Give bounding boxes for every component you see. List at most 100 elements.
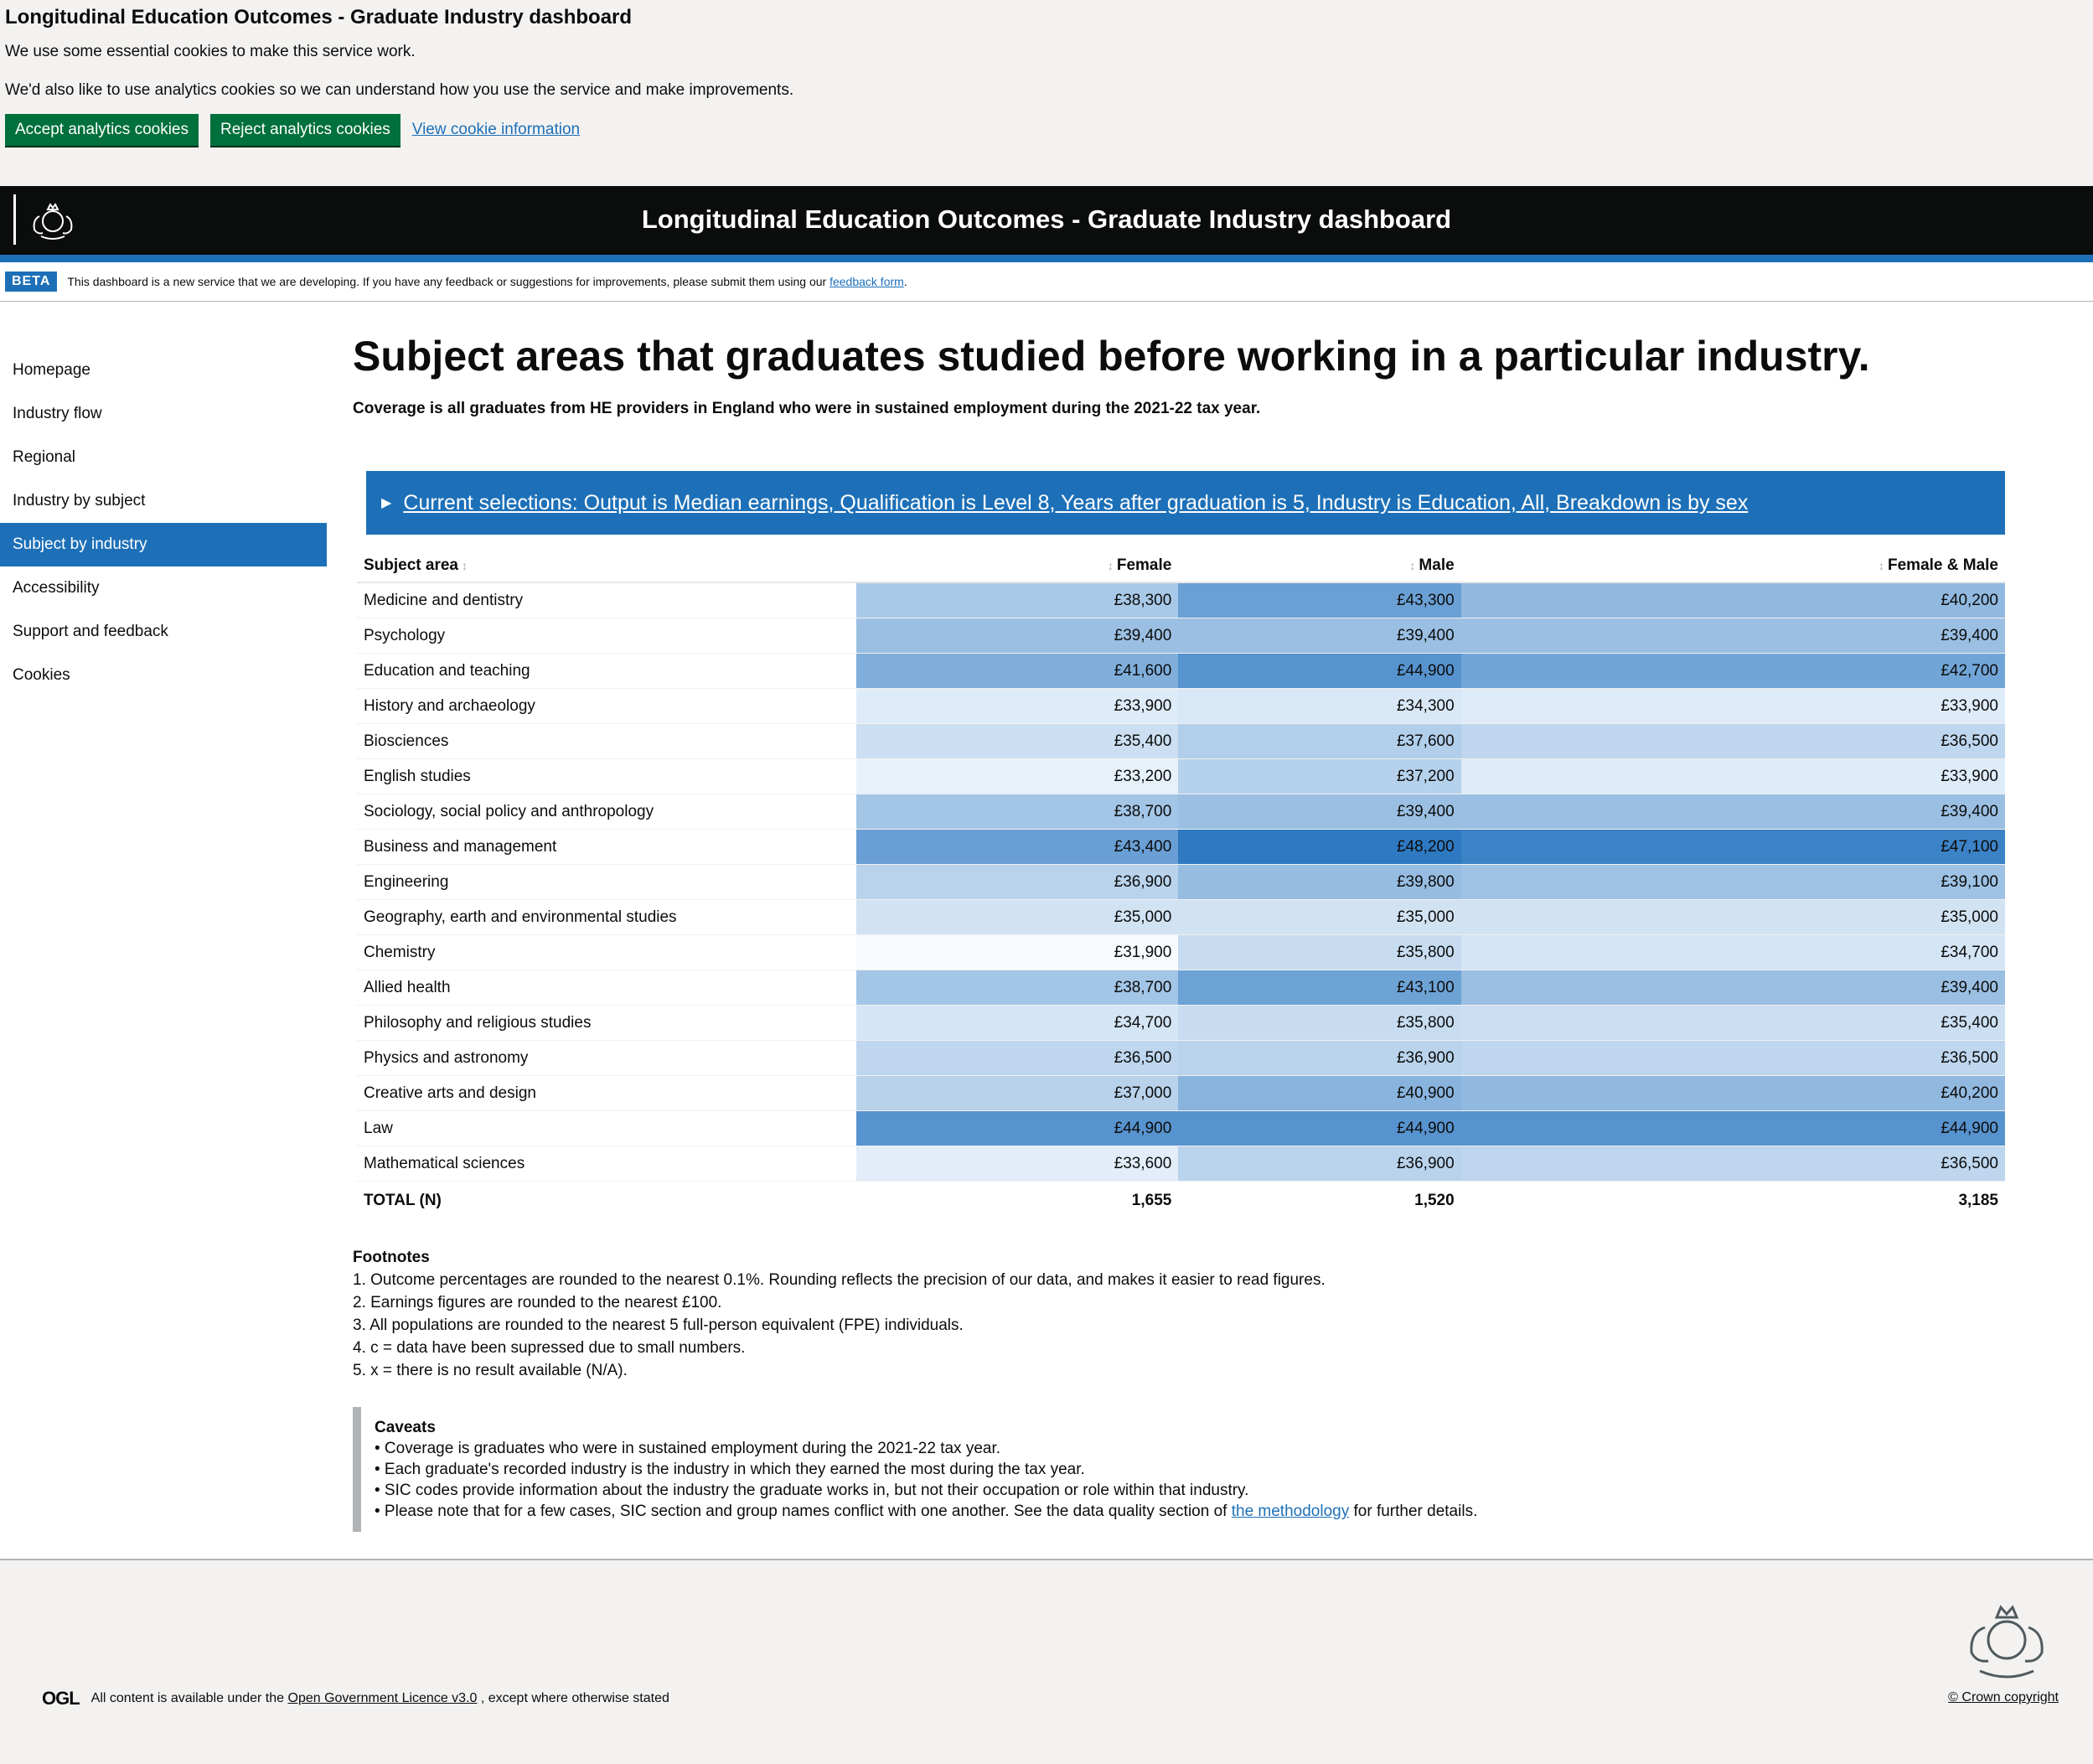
cell-female-and-male: £39,400 xyxy=(1460,618,2005,654)
cell-male: £39,800 xyxy=(1178,864,1461,900)
beta-tag: BETA xyxy=(5,272,58,292)
side-navigation: Homepage Industry flow Regional Industry… xyxy=(0,349,327,697)
cell-female-and-male: £44,900 xyxy=(1460,1110,2005,1146)
column-header-female-and-male[interactable]: ↕ Female & Male xyxy=(1460,550,2005,583)
current-selections-text: Current selections: Output is Median ear… xyxy=(403,490,1749,515)
cell-female: £38,300 xyxy=(856,582,1179,618)
cell-female: £41,600 xyxy=(856,653,1179,689)
caveat-text: • Please note that for a few cases, SIC … xyxy=(375,1503,1227,1520)
nav-item-cookies[interactable]: Cookies xyxy=(0,654,327,697)
licence-text-end: , except where otherwise stated xyxy=(480,1691,669,1705)
cell-male: £34,300 xyxy=(1178,688,1461,724)
footnote-item: 4. c = data have been supressed due to s… xyxy=(353,1339,746,1357)
cell-female: £44,900 xyxy=(856,1110,1179,1146)
cookie-actions: Accept analytics cookies Reject analytic… xyxy=(5,114,2088,146)
page-title: Subject areas that graduates studied bef… xyxy=(353,333,1870,380)
cell-male: £44,900 xyxy=(1178,653,1461,689)
cell-female-and-male: £40,200 xyxy=(1460,1075,2005,1111)
view-cookie-information-link[interactable]: View cookie information xyxy=(412,121,580,139)
nav-item-industry-flow[interactable]: Industry flow xyxy=(0,392,327,436)
column-header-male[interactable]: ↕ Male xyxy=(1178,550,1461,583)
cell-subject: English studies xyxy=(357,758,856,794)
disclosure-triangle-icon: ▶ xyxy=(381,496,392,510)
nav-item-regional[interactable]: Regional xyxy=(0,436,327,479)
current-selections-toggle[interactable]: ▶ Current selections: Output is Median e… xyxy=(366,471,2005,535)
subject-earnings-table: Subject area ↕ ↕ Female ↕ Male ↕ Female & Ma… xyxy=(357,550,2005,1220)
cell-male: £40,900 xyxy=(1178,1075,1461,1111)
total-male: 1,520 xyxy=(1414,1192,1455,1209)
nav-item-homepage[interactable]: Homepage xyxy=(0,349,327,392)
nav-item-support-and-feedback[interactable]: Support and feedback xyxy=(0,610,327,654)
cell-female: £37,000 xyxy=(856,1075,1179,1111)
cell-male: £35,800 xyxy=(1178,934,1461,970)
accept-cookies-button[interactable]: Accept analytics cookies xyxy=(5,114,199,146)
sort-icon: ↕ xyxy=(1107,559,1114,572)
cell-female: £33,900 xyxy=(856,688,1179,724)
caveat-item: • Please note that for a few cases, SIC … xyxy=(375,1501,1631,1522)
caveats-title: Caveats xyxy=(375,1419,436,1436)
cell-female-and-male: £39,400 xyxy=(1460,970,2005,1006)
cell-subject: Chemistry xyxy=(357,934,856,970)
nav-item-subject-by-industry[interactable]: Subject by industry xyxy=(0,523,327,566)
column-header-label: Female xyxy=(1116,556,1172,574)
cell-subject: Engineering xyxy=(357,864,856,900)
sort-icon: ↕ xyxy=(1409,559,1416,572)
crown-copyright-link[interactable]: © Crown copyright xyxy=(1948,1690,2059,1705)
ogl-logo-icon: OGL xyxy=(42,1688,80,1709)
sort-icon: ↕ xyxy=(462,559,468,572)
licence-text: All content is available under the xyxy=(90,1691,285,1705)
sort-icon: ↕ xyxy=(1879,559,1884,572)
cell-female: £31,900 xyxy=(856,934,1179,970)
cell-subject: Education and teaching xyxy=(357,653,856,689)
table-row: Mathematical sciences £33,600 £36,900 £36,5… xyxy=(357,1146,2005,1182)
nav-item-industry-by-subject[interactable]: Industry by subject xyxy=(0,479,327,523)
cell-female-and-male: £33,900 xyxy=(1460,688,2005,724)
table-row: Geography, earth and environmental studi… xyxy=(357,899,2005,935)
table-total-row: TOTAL (N) 1,655 1,520 3,185 xyxy=(357,1182,2005,1221)
cell-female-and-male: £36,500 xyxy=(1460,1040,2005,1076)
cookie-banner: Longitudinal Education Outcomes - Gradua… xyxy=(0,0,2093,186)
site-header: Longitudinal Education Outcomes - Gradua… xyxy=(0,186,2093,255)
methodology-link[interactable]: the methodology xyxy=(1232,1503,1350,1520)
cell-female: £43,400 xyxy=(856,829,1179,865)
table-row: English studies £33,200 £37,200 £33,900 xyxy=(357,758,2005,794)
header-title: Longitudinal Education Outcomes - Gradua… xyxy=(641,204,1452,234)
table-row: Physics and astronomy £36,500 £36,900 £36,5… xyxy=(357,1040,2005,1076)
cookie-essential-text: We use some essential cookies to make th… xyxy=(5,43,416,60)
cell-female-and-male: £42,700 xyxy=(1460,653,2005,689)
nav-item-accessibility[interactable]: Accessibility xyxy=(0,566,327,610)
cell-female-and-male: £33,900 xyxy=(1460,758,2005,794)
table-row: Engineering £36,900 £39,800 £39,100 xyxy=(357,864,2005,900)
reject-cookies-button[interactable]: Reject analytics cookies xyxy=(210,114,401,146)
footnote-item: 1. Outcome percentages are rounded to th… xyxy=(353,1271,1326,1289)
cell-male: £35,000 xyxy=(1178,899,1461,935)
caveat-item: • SIC codes provide information about th… xyxy=(375,1482,1249,1499)
cell-male: £44,900 xyxy=(1178,1110,1461,1146)
cell-male: £39,400 xyxy=(1178,618,1461,654)
cell-female: £38,700 xyxy=(856,794,1179,830)
feedback-form-link[interactable]: feedback form xyxy=(829,275,904,288)
footnote-item: 3. All populations are rounded to the ne… xyxy=(353,1317,964,1334)
cell-male: £37,200 xyxy=(1178,758,1461,794)
cell-subject: Business and management xyxy=(357,829,856,865)
cell-subject: Physics and astronomy xyxy=(357,1040,856,1076)
footnote-item: 5. x = there is no result available (N/A… xyxy=(353,1362,628,1379)
cell-male: £36,900 xyxy=(1178,1040,1461,1076)
column-header-subject[interactable]: Subject area ↕ xyxy=(357,550,856,583)
cell-female: £39,400 xyxy=(856,618,1179,654)
site-footer: OGL All content is available under the O… xyxy=(0,1559,2093,1764)
table-body: Medicine and dentistry £38,300 £43,300 £40,… xyxy=(357,582,2005,1182)
table-row: Education and teaching £41,600 £44,900 £42,… xyxy=(357,653,2005,689)
cell-female-and-male: £36,500 xyxy=(1460,723,2005,759)
cell-female: £36,500 xyxy=(856,1040,1179,1076)
table-row: Creative arts and design £37,000 £40,900 £4… xyxy=(357,1075,2005,1111)
cell-female-and-male: £34,700 xyxy=(1460,934,2005,970)
open-government-licence-link[interactable]: Open Government Licence v3.0 xyxy=(288,1691,478,1705)
column-header-female[interactable]: ↕ Female xyxy=(856,550,1179,583)
caveat-item: • Each graduate's recorded industry is t… xyxy=(375,1461,1085,1478)
table-row: Philosophy and religious studies £34,700 £… xyxy=(357,1005,2005,1041)
column-header-label: Male xyxy=(1419,556,1455,574)
cell-female: £33,600 xyxy=(856,1146,1179,1182)
cell-female: £35,000 xyxy=(856,899,1179,935)
cell-subject: Law xyxy=(357,1110,856,1146)
